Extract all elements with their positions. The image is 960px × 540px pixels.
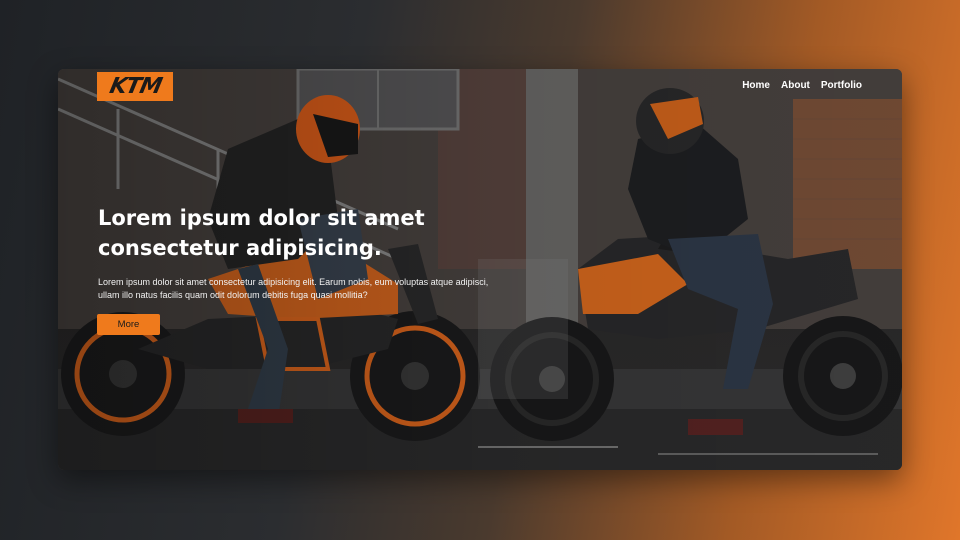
- nav-link-home[interactable]: Home: [742, 80, 770, 91]
- more-button[interactable]: More: [97, 314, 160, 335]
- logo-text: KTM: [106, 74, 164, 99]
- nav-link-about[interactable]: About: [781, 80, 810, 91]
- nav-link-portfolio[interactable]: Portfolio: [821, 80, 862, 91]
- hero-title: Lorem ipsum dolor sit amet consectetur a…: [98, 206, 425, 260]
- ktm-logo[interactable]: KTM: [97, 72, 173, 101]
- photo-overlay: [58, 69, 902, 470]
- hero-card: KTM Home About Portfolio Lorem ipsum dol…: [58, 69, 902, 470]
- top-navigation: Home About Portfolio: [742, 80, 862, 91]
- hero-description: Lorem ipsum dolor sit amet consectetur a…: [98, 277, 489, 300]
